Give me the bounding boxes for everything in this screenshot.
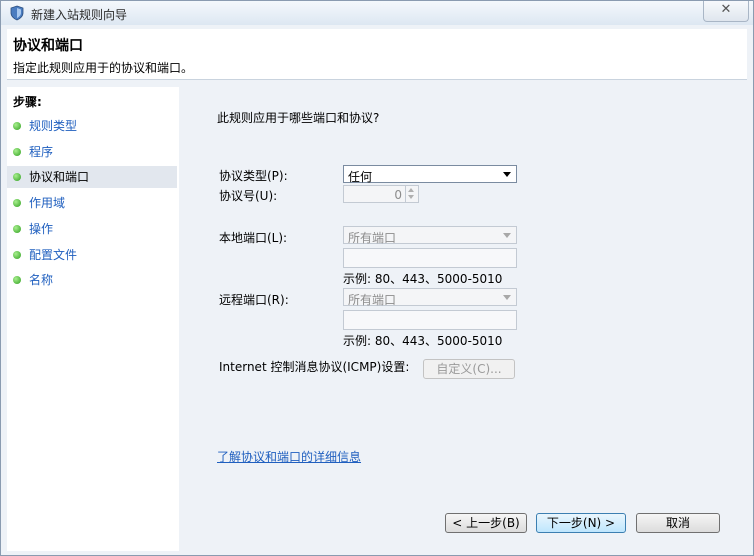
learn-more-link[interactable]: 了解协议和端口的详细信息 (217, 448, 361, 465)
step-scope[interactable]: 作用域 (7, 192, 177, 214)
step-name[interactable]: 名称 (7, 269, 177, 291)
step-label: 配置文件 (29, 248, 78, 262)
step-dot-icon (13, 276, 21, 284)
shield-icon (9, 5, 25, 21)
local-port-label: 本地端口(L): (219, 231, 288, 245)
local-port-value: 所有端口 (348, 231, 397, 245)
step-action[interactable]: 操作 (7, 218, 177, 240)
wizard-window: 新建入站规则向导 ✕ 协议和端口 指定此规则应用于的协议和端口。 步骤: 规则类… (0, 0, 754, 556)
cancel-button[interactable]: 取消 (636, 513, 720, 533)
chevron-down-icon (503, 295, 511, 300)
steps-label: 步骤: (13, 95, 42, 109)
step-rule-type[interactable]: 规则类型 (7, 115, 177, 137)
remote-port-value: 所有端口 (348, 293, 397, 307)
icmp-settings-label: Internet 控制消息协议(ICMP)设置: (219, 360, 410, 374)
local-port-dropdown[interactable]: 所有端口 (343, 226, 517, 245)
chevron-down-icon (503, 233, 511, 238)
step-protocol-and-ports[interactable]: 协议和端口 (7, 166, 177, 188)
step-dot-icon (13, 173, 21, 181)
ports-question: 此规则应用于哪些端口和协议? (217, 111, 380, 125)
step-label: 协议和端口 (29, 170, 90, 184)
step-label: 程序 (29, 145, 54, 159)
protocol-type-dropdown[interactable]: 任何 (343, 165, 517, 184)
stepper-buttons[interactable] (405, 186, 418, 202)
steps-sidebar: 步骤: 规则类型 程序 协议和端口 作用域 操作 配置文件 名称 (7, 87, 179, 551)
protocol-number-value: 0 (394, 188, 402, 202)
step-dot-icon (13, 122, 21, 130)
local-port-example: 示例: 80、443、5000-5010 (343, 272, 503, 286)
remote-port-example: 示例: 80、443、5000-5010 (343, 334, 503, 348)
local-port-input[interactable] (343, 248, 517, 268)
step-dot-icon (13, 251, 21, 259)
step-dot-icon (13, 225, 21, 233)
step-profile[interactable]: 配置文件 (7, 244, 177, 266)
step-label: 名称 (29, 273, 54, 287)
next-button[interactable]: 下一步(N) > (536, 513, 626, 533)
step-dot-icon (13, 199, 21, 207)
step-label: 操作 (29, 222, 54, 236)
content-pane: 此规则应用于哪些端口和协议? 协议类型(P): 任何 协议号(U): 0 本地端… (181, 87, 747, 551)
step-label: 作用域 (29, 196, 66, 210)
remote-port-dropdown[interactable]: 所有端口 (343, 288, 517, 307)
page-subtitle: 指定此规则应用于的协议和端口。 (13, 61, 194, 75)
remote-port-input[interactable] (343, 310, 517, 330)
protocol-type-label: 协议类型(P): (219, 169, 288, 183)
window-title: 新建入站规则向导 (31, 8, 128, 22)
remote-port-label: 远程端口(R): (219, 293, 289, 307)
title-bar: 新建入站规则向导 ✕ (1, 1, 753, 25)
chevron-down-icon (408, 195, 414, 199)
chevron-down-icon (503, 172, 511, 177)
protocol-type-value: 任何 (348, 170, 373, 184)
close-icon: ✕ (720, 2, 732, 17)
page-header: 协议和端口 指定此规则应用于的协议和端口。 (7, 29, 747, 80)
step-label: 规则类型 (29, 119, 78, 133)
page-title: 协议和端口 (13, 38, 83, 54)
step-dot-icon (13, 148, 21, 156)
protocol-number-stepper[interactable]: 0 (343, 185, 419, 203)
step-program[interactable]: 程序 (7, 141, 177, 163)
protocol-number-label: 协议号(U): (219, 189, 278, 203)
chevron-up-icon (408, 188, 414, 192)
customize-button[interactable]: 自定义(C)... (423, 359, 515, 379)
back-button[interactable]: < 上一步(B) (445, 513, 527, 533)
close-button[interactable]: ✕ (703, 1, 749, 22)
